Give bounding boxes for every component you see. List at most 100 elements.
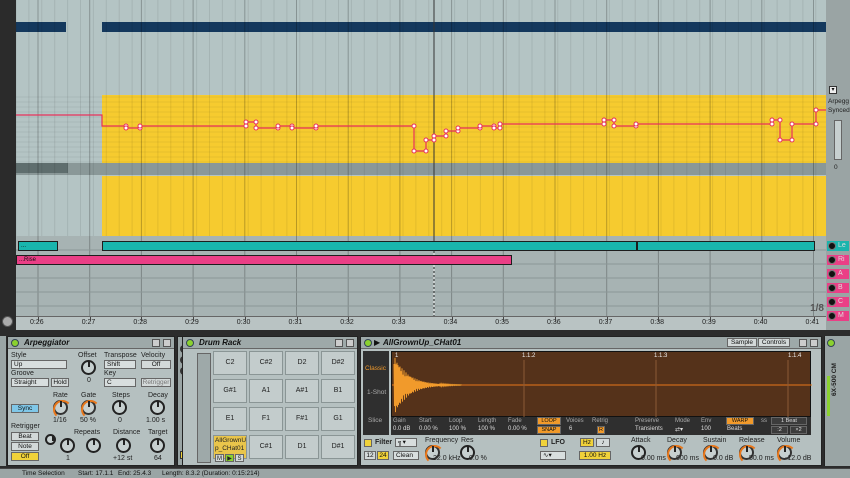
side-power-icon[interactable] bbox=[827, 339, 835, 347]
filter-type-select[interactable]: Clean bbox=[393, 451, 419, 460]
repeats-amount-knob[interactable] bbox=[86, 438, 101, 453]
track-activator-icon[interactable] bbox=[828, 270, 836, 278]
rise-clip[interactable]: ...Rise bbox=[16, 255, 512, 265]
pad-mute-button[interactable]: M bbox=[215, 454, 224, 462]
groove-select[interactable]: Straight bbox=[11, 378, 49, 387]
lfo-wave-select[interactable]: ∿▾ bbox=[540, 451, 566, 460]
preserve-value[interactable]: Transients bbox=[635, 426, 663, 432]
simpler-power-icon[interactable] bbox=[364, 339, 372, 347]
time-ruler[interactable]: 0:26 0:27 0:28 0:29 0:30 0:31 0:32 0:33 0:34 0:35… bbox=[16, 316, 826, 330]
hold-button[interactable]: Hold bbox=[51, 378, 69, 387]
drum-rack-power-icon[interactable] bbox=[186, 339, 194, 347]
snap-button[interactable]: SNAP bbox=[537, 426, 561, 434]
lfo-rate-box[interactable]: 1.00 Hz bbox=[579, 451, 611, 460]
retrigger-knob[interactable] bbox=[45, 434, 56, 445]
teal-clip-b[interactable] bbox=[102, 241, 637, 251]
mode-one-shot[interactable]: 1-Shot bbox=[367, 389, 386, 396]
transpose-mode-select[interactable]: Shift bbox=[104, 360, 136, 369]
drum-rack-fold-icon[interactable] bbox=[335, 339, 343, 347]
drum-pad[interactable]: C#1 bbox=[249, 435, 283, 459]
track-activator-icon[interactable] bbox=[828, 242, 836, 250]
automation-synced-label[interactable]: Synced bbox=[828, 107, 850, 114]
distance-knob[interactable] bbox=[116, 438, 131, 453]
retrigger-off-button[interactable]: Off bbox=[11, 452, 39, 461]
length-value[interactable]: 100 % bbox=[478, 426, 495, 432]
teal-clip-a[interactable]: ... bbox=[18, 241, 58, 251]
arpeggiator-save-icon[interactable] bbox=[163, 339, 171, 347]
filter-shape-select[interactable]: ╗▾ bbox=[395, 438, 417, 447]
retrigger-note-button[interactable]: Note bbox=[11, 442, 39, 451]
warp-button[interactable]: WARP bbox=[726, 417, 754, 425]
drum-rack-save-icon[interactable] bbox=[346, 339, 354, 347]
velocity-toggle[interactable]: Off bbox=[141, 360, 171, 369]
gain-value[interactable]: 0.0 dB bbox=[393, 426, 410, 432]
sync-button[interactable]: Sync bbox=[11, 404, 39, 413]
arpeggiator-power-icon[interactable] bbox=[11, 339, 19, 347]
drum-pad[interactable]: F#1 bbox=[285, 407, 319, 431]
lfo-hz-button[interactable]: Hz bbox=[580, 438, 594, 447]
automation-param-label[interactable]: Arpegg bbox=[828, 98, 849, 105]
track-header-a[interactable]: A bbox=[827, 269, 849, 279]
retrig-button[interactable]: R bbox=[597, 426, 605, 434]
teal-clip-c[interactable] bbox=[637, 241, 815, 251]
drum-pad[interactable]: D2 bbox=[285, 351, 319, 375]
drum-pad[interactable]: F1 bbox=[249, 407, 283, 431]
tab-sample[interactable]: Sample bbox=[727, 338, 757, 347]
track-activator-icon[interactable] bbox=[828, 312, 836, 320]
voices-value[interactable]: 6 bbox=[569, 426, 572, 432]
steps-knob[interactable] bbox=[112, 400, 127, 415]
rate-knob[interactable] bbox=[53, 400, 72, 419]
track-header-c[interactable]: C bbox=[827, 297, 849, 307]
gate-knob[interactable] bbox=[81, 400, 100, 419]
track-header-ri[interactable]: Ri bbox=[827, 255, 849, 265]
track-activator-icon[interactable] bbox=[828, 256, 836, 264]
style-select[interactable]: Up bbox=[11, 360, 67, 369]
loop-value[interactable]: 100 % bbox=[449, 426, 466, 432]
repeats-knob[interactable] bbox=[60, 438, 75, 453]
track-activator-icon[interactable] bbox=[828, 284, 836, 292]
pad-overview[interactable] bbox=[197, 353, 211, 463]
lfo-note-button[interactable]: ♪ bbox=[596, 438, 610, 447]
play-icon[interactable]: ▶ bbox=[374, 338, 380, 347]
drum-pad[interactable]: C#2 bbox=[249, 351, 283, 375]
simpler-fold-icon[interactable] bbox=[799, 339, 807, 347]
filter-24-button[interactable]: 24 bbox=[377, 451, 389, 460]
drum-pad-selected[interactable]: AllGrownU p_CHat01 M ▶ S bbox=[213, 435, 247, 462]
grid-fraction[interactable]: 1/8 bbox=[810, 303, 824, 314]
offset-knob[interactable] bbox=[81, 360, 96, 375]
track-activator-icon[interactable] bbox=[828, 298, 836, 306]
lfo-toggle[interactable] bbox=[540, 439, 548, 447]
track-header-b[interactable]: B bbox=[827, 283, 849, 293]
key-select[interactable]: C bbox=[104, 378, 136, 387]
arrangement-view[interactable]: ... ...Rise 1/8 bbox=[16, 0, 826, 316]
drum-pad[interactable]: A#1 bbox=[285, 379, 319, 403]
loop-button[interactable]: LOOP bbox=[537, 417, 561, 425]
retrigger-beat-button[interactable]: Beat bbox=[11, 432, 39, 441]
half-button[interactable]: :2 bbox=[771, 426, 788, 434]
pad-solo-button[interactable]: S bbox=[235, 454, 244, 462]
drum-pad[interactable]: A1 bbox=[249, 379, 283, 403]
velocity-retrigger-toggle[interactable]: Retrigger bbox=[141, 378, 171, 387]
drum-pad[interactable]: G1 bbox=[321, 407, 355, 431]
warp-mode-select[interactable]: Beats bbox=[727, 426, 742, 432]
drum-pad[interactable]: B1 bbox=[321, 379, 355, 403]
beat-length-box[interactable]: 1 Beat bbox=[771, 417, 807, 425]
filter-toggle[interactable] bbox=[364, 439, 372, 447]
overview-toggle-icon[interactable] bbox=[2, 316, 13, 327]
track-header-m[interactable]: M bbox=[827, 311, 849, 321]
waveform-display[interactable]: 1 1.1.2 1.1.3 1.1.4 bbox=[391, 351, 812, 418]
automation-lane-slider[interactable] bbox=[834, 120, 842, 160]
env-value[interactable]: 100 bbox=[701, 426, 711, 432]
double-button[interactable]: ×2 bbox=[790, 426, 807, 434]
chevron-down-icon[interactable]: ▾ bbox=[829, 86, 837, 94]
arpeggiator-fold-icon[interactable] bbox=[152, 339, 160, 347]
drum-pad[interactable]: C2 bbox=[213, 351, 247, 375]
drum-pad[interactable]: D#2 bbox=[321, 351, 355, 375]
fade-value[interactable]: 0.00 % bbox=[508, 426, 527, 432]
drum-pad[interactable]: D1 bbox=[285, 435, 319, 459]
tab-controls[interactable]: Controls bbox=[758, 338, 790, 347]
track-header-le[interactable]: Le bbox=[827, 241, 849, 251]
start-value[interactable]: 0.00 % bbox=[419, 426, 438, 432]
drum-pad[interactable]: D#1 bbox=[321, 435, 355, 459]
pad-play-button[interactable]: ▶ bbox=[225, 454, 234, 462]
